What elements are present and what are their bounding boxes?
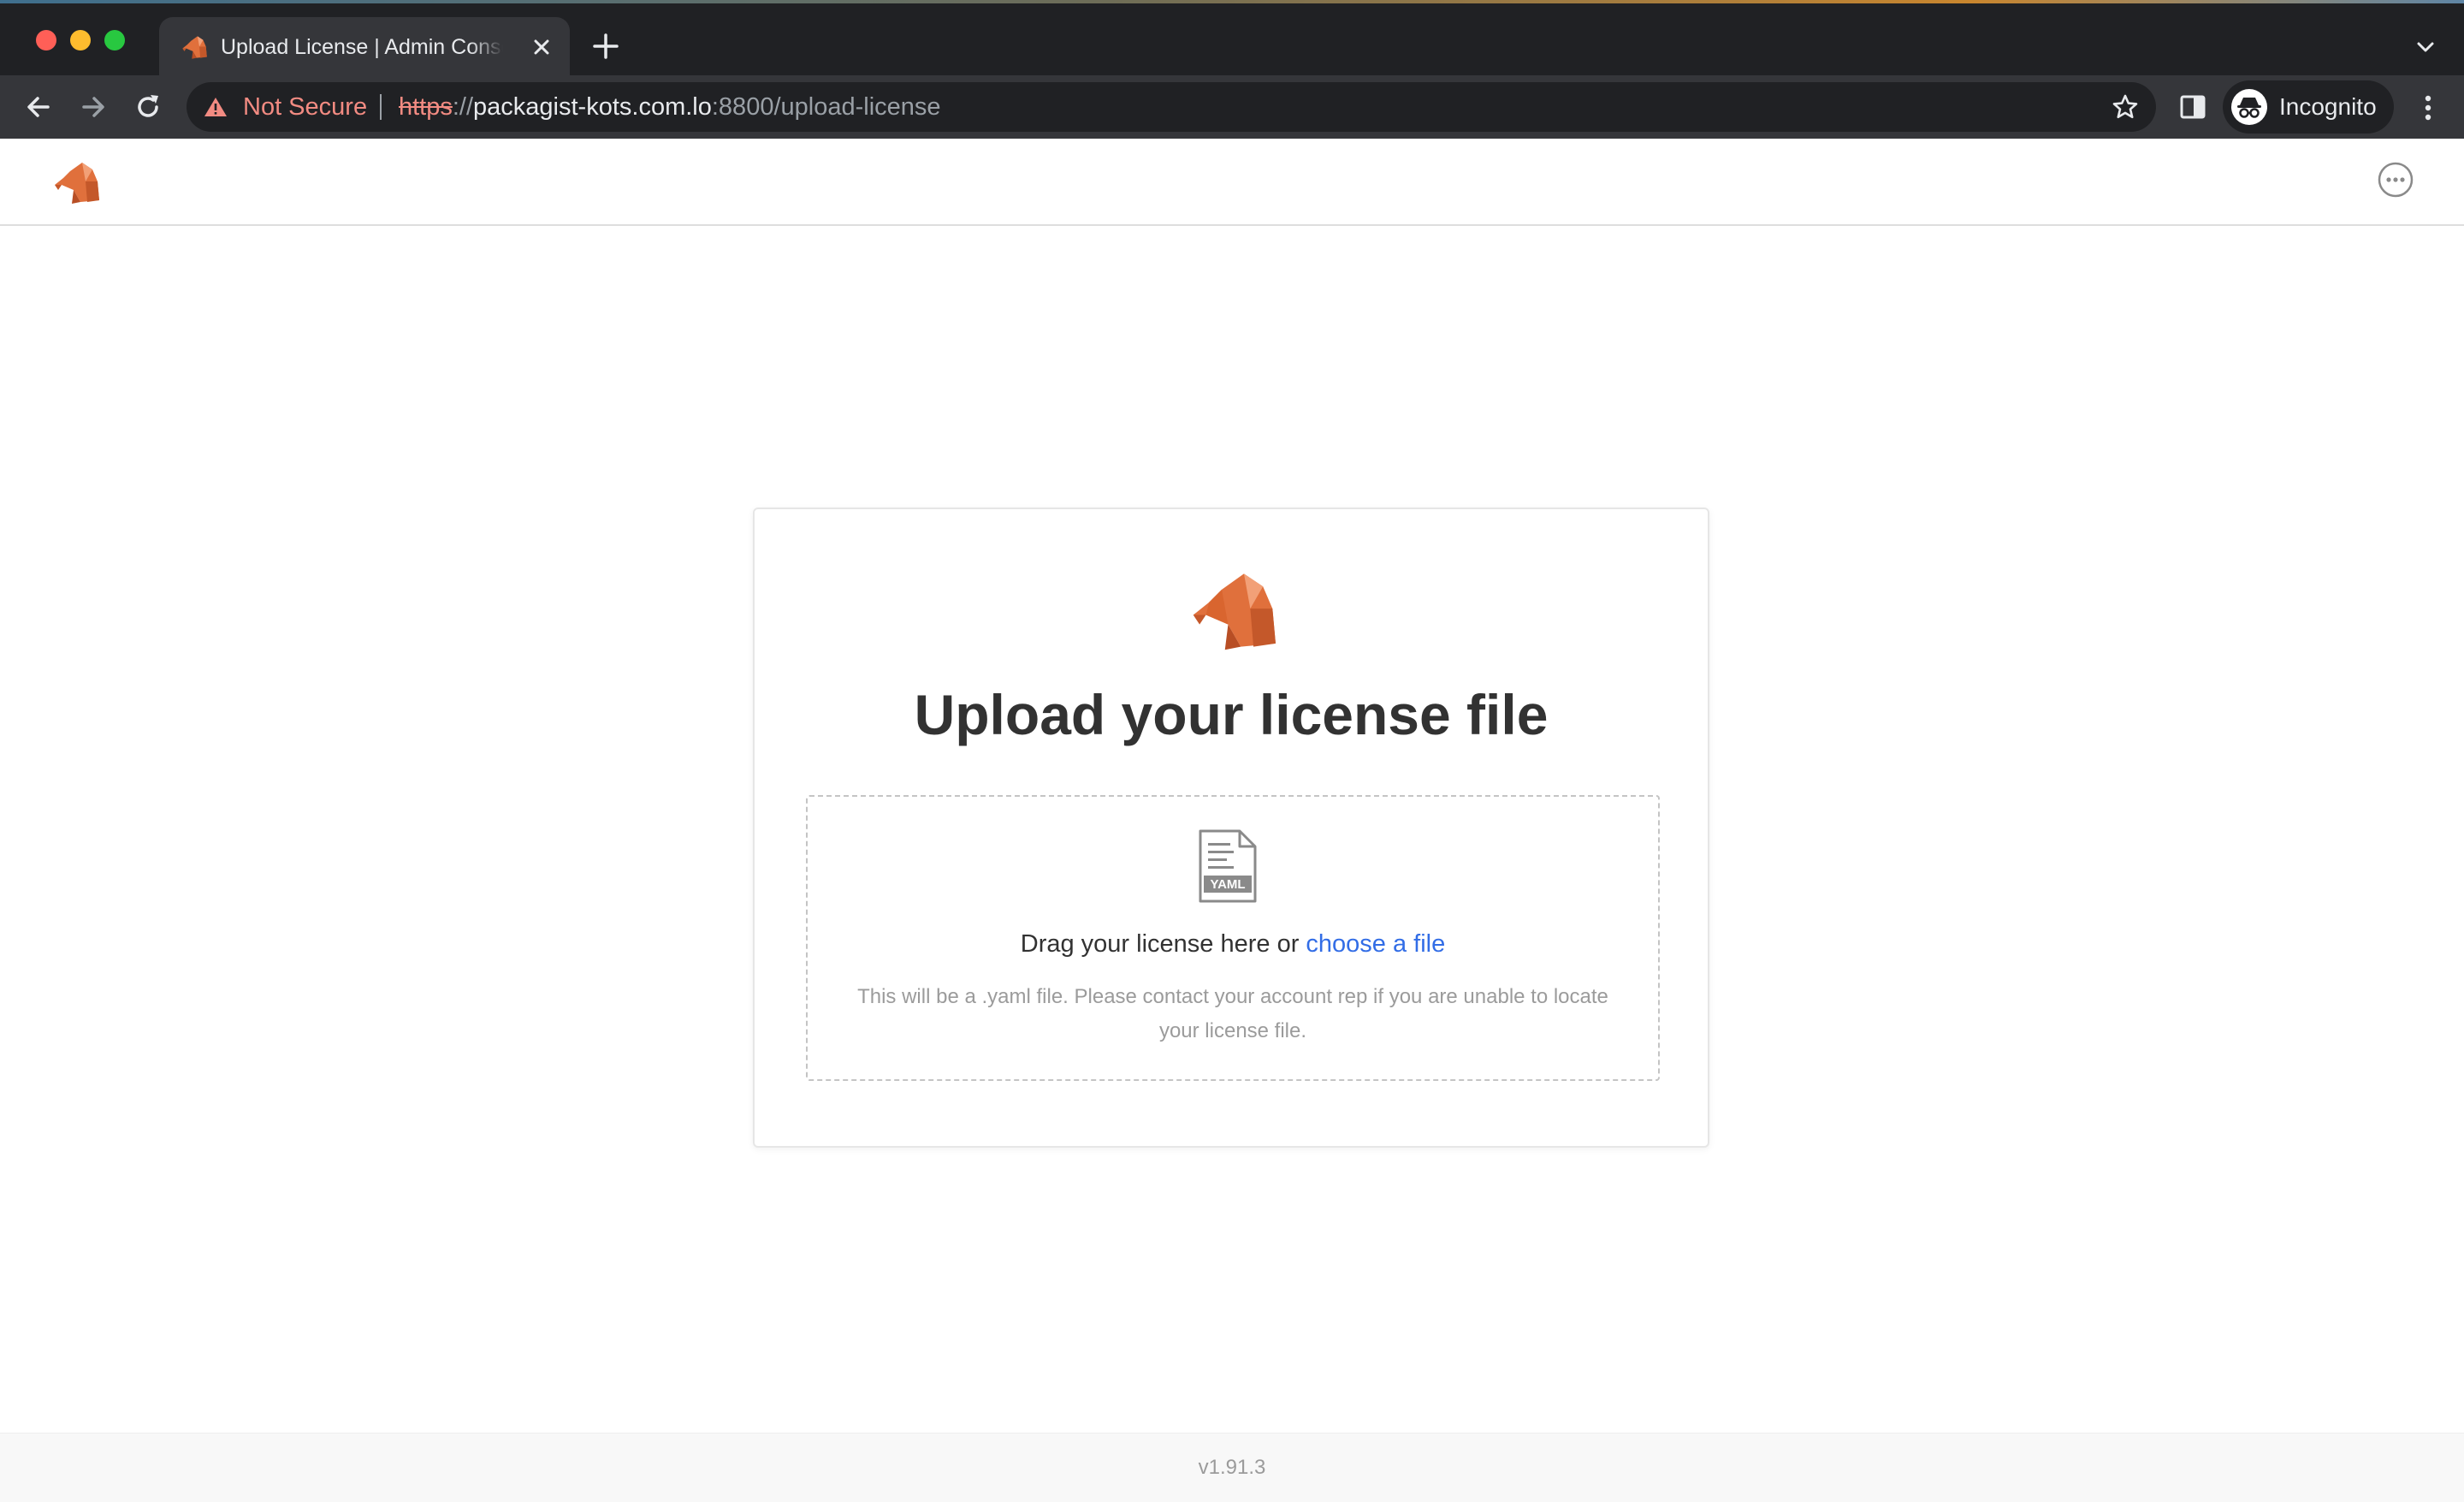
browser-toolbar: Not Secure https://packagist-kots.com.lo… (0, 75, 2464, 139)
not-secure-label[interactable]: Not Secure (243, 82, 367, 132)
chevron-down-icon[interactable] (2413, 34, 2438, 60)
url-host: packagist-kots.com.lo (473, 93, 712, 121)
elephant-logo (1193, 573, 1276, 650)
forward-arrow-icon[interactable] (75, 89, 111, 125)
version-label: v1.91.3 (1198, 1456, 1266, 1479)
app-header (0, 139, 2464, 226)
window-maximize-button[interactable] (104, 30, 125, 50)
drop-help-text: This will be a .yaml file. Please contac… (857, 985, 1608, 1042)
desktop-wallpaper-strip (0, 0, 2464, 3)
drop-text: Drag your license here or (1020, 930, 1306, 958)
browser-tab-active[interactable]: Upload License | Admin Console (159, 17, 570, 75)
drop-instructions: Drag your license here or choose a file (808, 927, 1658, 961)
yaml-file-icon: YAML (1199, 829, 1257, 903)
star-icon[interactable] (2112, 93, 2139, 121)
tab-title: Upload License | Admin Console (221, 35, 503, 59)
window-close-button[interactable] (36, 30, 56, 50)
window-minimize-button[interactable] (70, 30, 91, 50)
url-text[interactable]: https://packagist-kots.com.lo:8800/uploa… (399, 82, 941, 132)
url-separator: :// (452, 93, 474, 121)
url-path: :8800/upload-license (711, 93, 941, 121)
address-bar[interactable]: Not Secure https://packagist-kots.com.lo… (187, 82, 2156, 132)
incognito-icon (2231, 89, 2267, 125)
profile-label: Incognito (2279, 93, 2377, 120)
close-icon[interactable] (529, 34, 554, 60)
choose-file-link[interactable]: choose a file (1306, 930, 1445, 958)
back-arrow-icon[interactable] (21, 89, 56, 125)
yaml-badge: YAML (1210, 877, 1245, 892)
address-divider (380, 94, 382, 120)
browser-chrome: Upload License | Admin Console Not Secur… (0, 0, 2464, 139)
upload-license-card: Upload your license file YAML Drag your … (753, 508, 1709, 1148)
reload-icon[interactable] (130, 89, 166, 125)
browser-menu-icon[interactable] (2413, 91, 2443, 125)
warning-icon[interactable] (204, 96, 228, 118)
page-title: Upload your license file (914, 683, 1549, 746)
elephant-icon (182, 36, 207, 59)
url-scheme: https (399, 93, 453, 121)
footer: v1.91.3 (0, 1433, 2464, 1502)
profile-button[interactable]: Incognito (2223, 80, 2394, 134)
license-dropzone[interactable]: YAML Drag your license here or choose a … (806, 795, 1660, 1081)
side-panel-icon[interactable] (2178, 92, 2207, 122)
elephant-logo[interactable] (50, 159, 103, 205)
plus-icon[interactable] (590, 31, 621, 62)
more-icon[interactable] (2377, 161, 2414, 199)
